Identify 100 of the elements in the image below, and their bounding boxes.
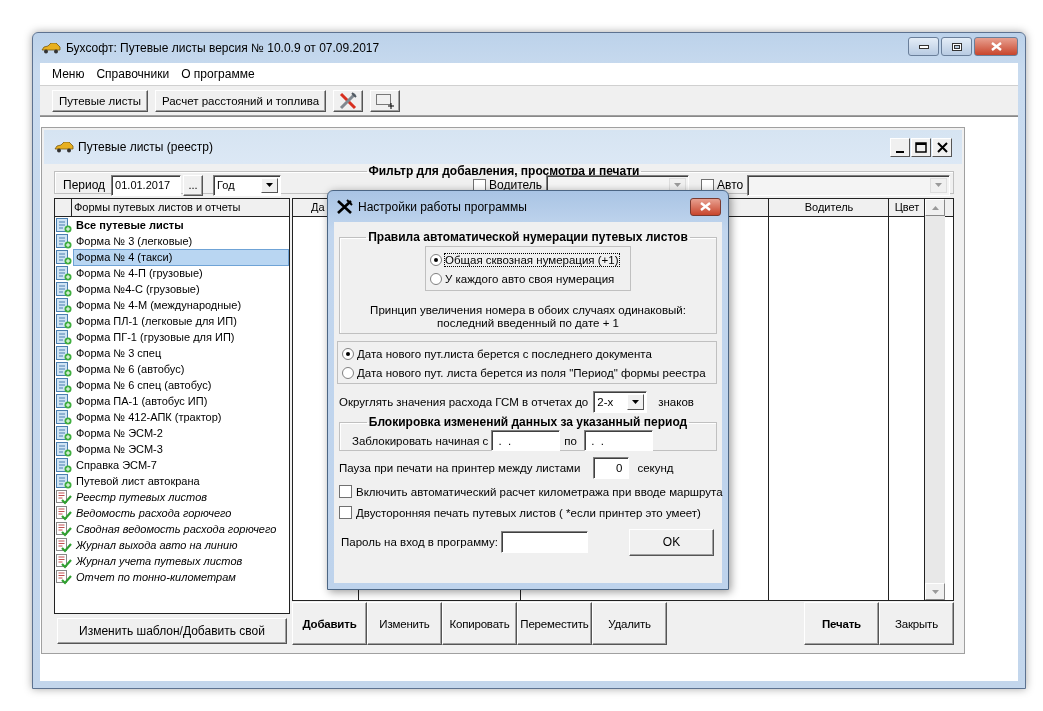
checkbox-label: Включить автоматический расчет километража при вводе маршрута bbox=[356, 485, 723, 498]
tree-item[interactable]: Реестр путевых листов bbox=[73, 488, 210, 506]
toolbar-button[interactable]: Путевые листы bbox=[52, 89, 148, 112]
restore-button[interactable] bbox=[941, 37, 972, 56]
selection-icon bbox=[375, 92, 396, 109]
tree-item[interactable]: Форма № ЭСМ-3 bbox=[73, 440, 166, 458]
checkbox-label: Водитель bbox=[489, 178, 543, 192]
action-button[interactable]: Копировать bbox=[442, 602, 517, 645]
pause-suffix: секунд bbox=[637, 462, 674, 474]
template-button[interactable]: Изменить шаблон/Добавить свой bbox=[57, 618, 287, 644]
scroll-up-button[interactable] bbox=[925, 199, 945, 216]
tree-item[interactable]: Все путевые листы bbox=[73, 216, 187, 234]
action-button[interactable]: Добавить bbox=[292, 602, 367, 645]
close-icon bbox=[700, 202, 711, 211]
tree-item[interactable]: Журнал выхода авто на линию bbox=[73, 536, 241, 554]
filter-title: Фильтр для добавления, просмотра и печати bbox=[367, 164, 641, 178]
tree-item[interactable]: Форма № 6 спец (автобус) bbox=[73, 376, 215, 394]
pause-label: Пауза при печати на принтер между листами bbox=[339, 462, 581, 474]
radio-button[interactable] bbox=[342, 366, 354, 379]
tree-item[interactable]: Форма № 6 (автобус) bbox=[73, 360, 188, 378]
close-button[interactable] bbox=[690, 197, 721, 216]
maximize-icon bbox=[915, 141, 927, 153]
tree-item[interactable]: Справка ЭСМ-7 bbox=[73, 456, 160, 474]
minimize-icon bbox=[918, 44, 929, 49]
caret-icon bbox=[266, 183, 274, 187]
tree-item[interactable]: Форма № 4-М (международные) bbox=[73, 296, 245, 314]
action-button[interactable]: Удалить bbox=[592, 602, 667, 645]
ok-button[interactable]: OK bbox=[629, 528, 714, 556]
radio-button[interactable] bbox=[430, 253, 442, 266]
menu-item[interactable]: Меню bbox=[46, 67, 91, 81]
rounding-dropdown[interactable]: 2-х bbox=[593, 391, 648, 413]
radio-label: У каждого авто своя нумерация bbox=[445, 272, 615, 285]
checkbox-label: Авто bbox=[717, 178, 744, 192]
settings-button[interactable] bbox=[333, 89, 364, 112]
caret-icon bbox=[632, 400, 640, 404]
tree-item[interactable]: Путевой лист автокрана bbox=[73, 472, 203, 490]
caret-up-icon bbox=[931, 205, 939, 210]
radio-label: Дата нового пут.листа берется с последнего документа bbox=[357, 347, 652, 360]
radio-label: Дата нового пут. листа берется из поля "Период" формы реестра bbox=[357, 366, 706, 379]
browse-button[interactable]: ... bbox=[183, 174, 204, 196]
group-title: Блокировка изменений данных за указанный период bbox=[367, 415, 689, 429]
window-title: Путевые листы (реестр) bbox=[78, 140, 214, 154]
pause-field[interactable]: 0 bbox=[593, 457, 630, 479]
column-header[interactable]: Да bbox=[311, 199, 325, 216]
tree-item[interactable]: Форма № 412-АПК (трактор) bbox=[73, 408, 225, 426]
maximize-button[interactable] bbox=[911, 137, 931, 157]
car-icon bbox=[54, 141, 74, 153]
period-dropdown[interactable]: Год bbox=[213, 174, 282, 196]
tree-item[interactable]: Отчет по тонно-километрам bbox=[73, 568, 239, 586]
selection-button[interactable] bbox=[370, 89, 401, 112]
action-button[interactable]: Печать bbox=[804, 602, 879, 645]
vehicle-dropdown[interactable] bbox=[747, 174, 951, 196]
minimize-button[interactable] bbox=[908, 37, 939, 56]
action-button[interactable]: Изменить bbox=[367, 602, 442, 645]
password-label: Пароль на вход в программу: bbox=[341, 536, 498, 548]
rounding-suffix: знаков bbox=[658, 396, 694, 408]
radio-button[interactable] bbox=[342, 347, 354, 360]
toolbar-button[interactable]: Расчет расстояний и топлива bbox=[154, 89, 327, 112]
dialog-title: Настройки работы программы bbox=[358, 199, 528, 214]
menu-item[interactable]: О программе bbox=[175, 67, 261, 81]
radio-label: Общая сквозная нумерация (+1) bbox=[445, 253, 619, 266]
menu-item[interactable]: Справочники bbox=[90, 67, 176, 81]
period-label: Период bbox=[63, 178, 106, 192]
caret-icon bbox=[935, 183, 943, 187]
rounding-label: Округлять значения расхода ГСМ в отчетах до bbox=[339, 396, 589, 408]
action-button[interactable]: Закрыть bbox=[879, 602, 954, 645]
caret-icon bbox=[674, 183, 682, 187]
date-field[interactable]: . . bbox=[491, 430, 561, 451]
column-header[interactable]: Водитель bbox=[804, 199, 854, 216]
tree-item[interactable]: Сводная ведомость расхода горючего bbox=[73, 520, 280, 538]
password-field[interactable] bbox=[501, 531, 588, 553]
radio-button[interactable] bbox=[430, 272, 442, 285]
tree-item[interactable]: Ведомость расхода горючего bbox=[73, 504, 235, 522]
date-field[interactable]: . . bbox=[583, 430, 653, 451]
tools-icon bbox=[338, 91, 359, 110]
checkbox[interactable] bbox=[339, 506, 352, 519]
checkbox-label: Двусторонняя печать путевых листов ( *если принтер это умеет) bbox=[356, 506, 701, 519]
tree-item[interactable]: Форма № 3 спец bbox=[73, 344, 165, 362]
group-title: Правила автоматической нумерации путевых листов bbox=[367, 230, 689, 244]
action-button[interactable]: Переместить bbox=[517, 602, 592, 645]
tree-item[interactable]: Форма № 4-П (грузовые) bbox=[73, 264, 206, 282]
tree-item[interactable]: Журнал учета путевых листов bbox=[73, 552, 246, 570]
caret-icon bbox=[931, 589, 939, 594]
car-icon bbox=[41, 42, 61, 54]
tree-item[interactable]: Форма ПГ-1 (грузовые для ИП) bbox=[73, 328, 238, 346]
tree-item[interactable]: Форма № 3 (легковые) bbox=[73, 232, 196, 250]
numbering-note: Принцип увеличения номера в обоих случаях одинаковый: последний введенный по дате + 1 bbox=[369, 304, 687, 330]
tree-item[interactable]: Форма ПЛ-1 (легковые для ИП) bbox=[73, 312, 240, 330]
scrollbar[interactable] bbox=[925, 199, 945, 600]
tree-item[interactable]: Форма №4-С (грузовые) bbox=[73, 280, 203, 298]
close-icon bbox=[936, 141, 948, 153]
column-header[interactable]: Цвет bbox=[894, 199, 920, 216]
lock-to-label: по bbox=[564, 434, 577, 447]
tree-item[interactable]: Форма № ЭСМ-2 bbox=[73, 424, 166, 442]
checkbox[interactable] bbox=[339, 485, 352, 498]
window-title: Бухсофт: Путевые листы версия № 10.0.9 от 07.09.2017 bbox=[66, 41, 381, 55]
scroll-down-button[interactable] bbox=[925, 583, 945, 600]
tree-item[interactable]: Форма ПА-1 (автобус ИП) bbox=[73, 392, 211, 410]
tree-item[interactable]: Форма № 4 (такси) bbox=[73, 248, 289, 266]
date-field[interactable]: 01.01.2017 bbox=[111, 174, 182, 196]
